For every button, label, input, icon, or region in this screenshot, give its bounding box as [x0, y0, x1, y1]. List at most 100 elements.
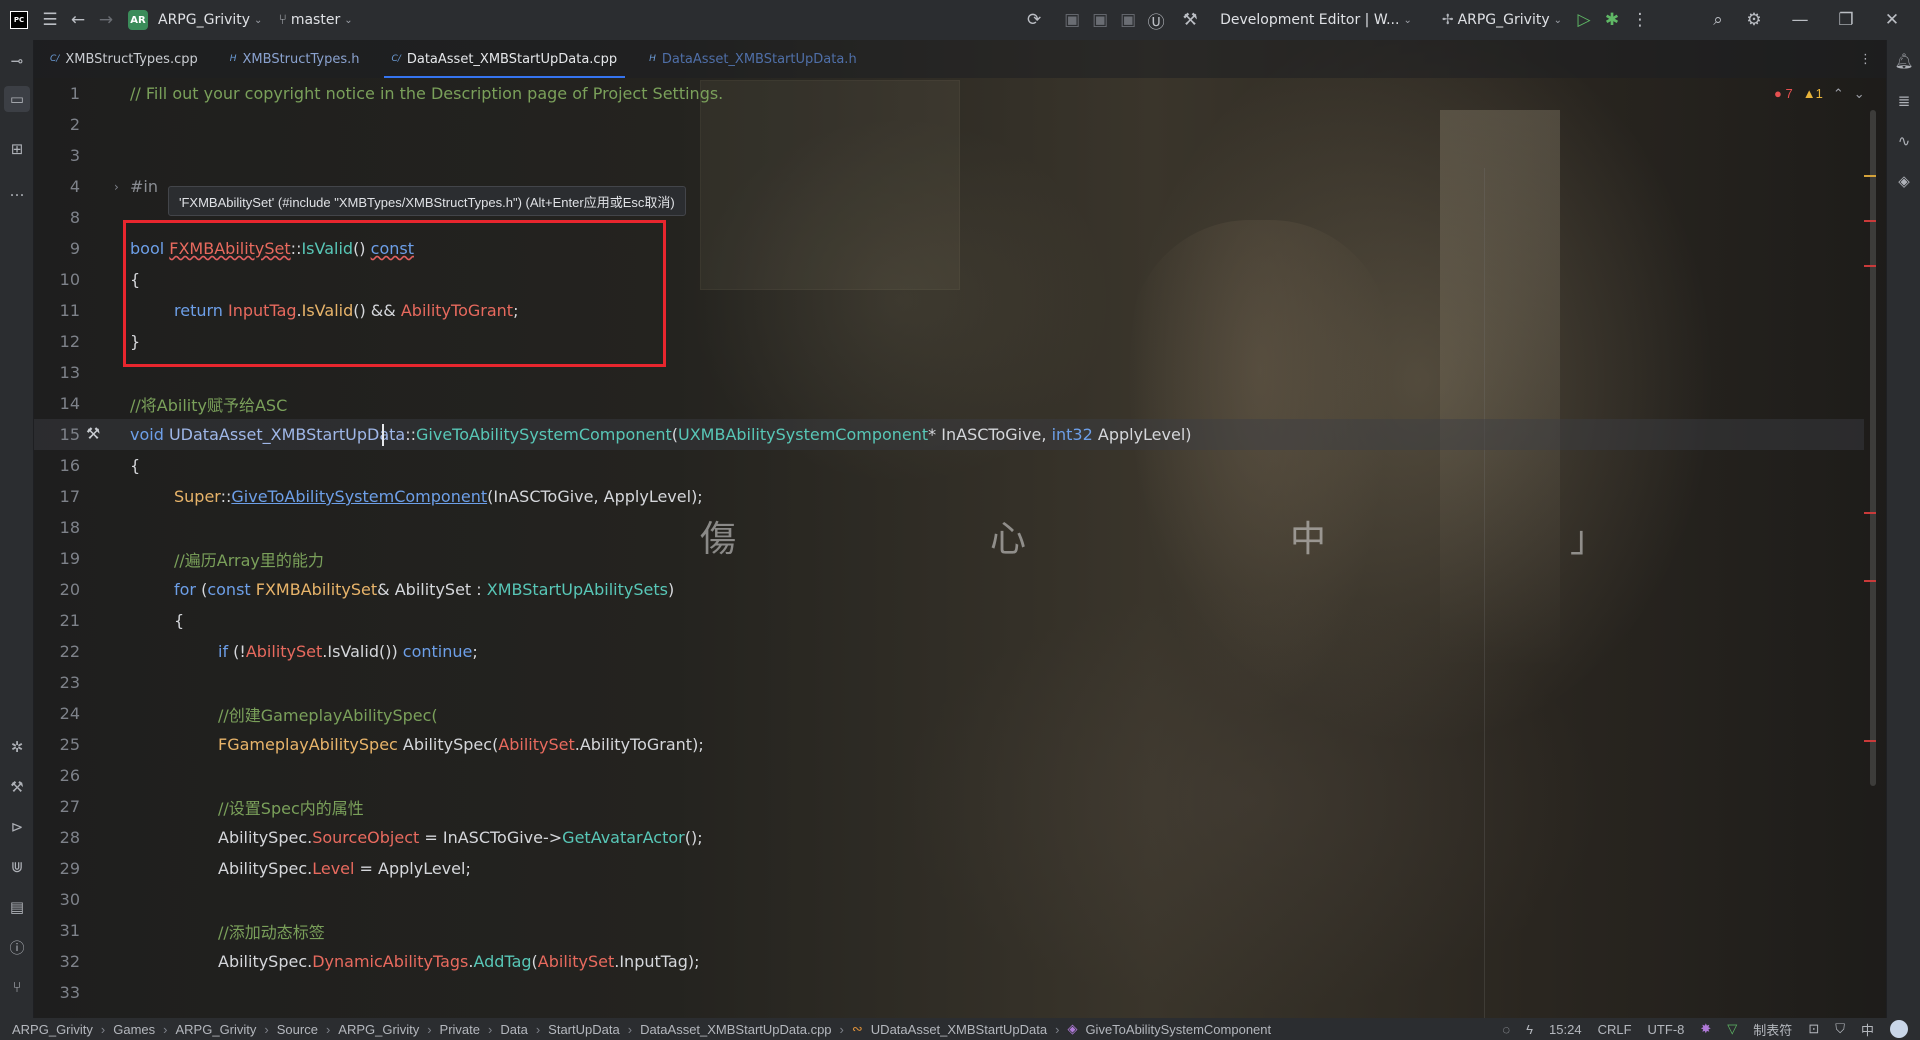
member: .InputTag); [614, 952, 700, 971]
vertical-scrollbar[interactable] [1870, 110, 1876, 786]
branch-selector[interactable]: ⑂ master ⌄ [270, 6, 360, 34]
settings-gear-icon[interactable]: ⚙ [1740, 6, 1768, 34]
indent-setting[interactable]: 制表符 [1753, 1020, 1792, 1039]
project-selector[interactable]: AR ARPG_Grivity ⌄ [120, 6, 270, 34]
code-comment: //创建GameplayAbilitySpec( [218, 705, 438, 725]
tab-label: XMBStructTypes.cpp [65, 51, 198, 67]
code-text: AbilitySpec.Level = ApplyLevel; [218, 859, 471, 878]
breadcrumb-item[interactable]: DataAsset_XMBStartUpData.cpp [640, 1022, 831, 1037]
variable: AbilitySpec( [397, 735, 499, 754]
member: SourceObject [312, 828, 420, 847]
notifications-icon[interactable]: 🔔︎ [1891, 48, 1917, 74]
project-badge-icon: AR [128, 10, 148, 30]
line-ending[interactable]: CRLF [1598, 1022, 1632, 1037]
caret-position[interactable]: 15:24 [1549, 1022, 1582, 1037]
breadcrumb-item[interactable]: Games [113, 1022, 155, 1037]
breadcrumb-item[interactable]: ARPG_Grivity [338, 1022, 419, 1037]
breadcrumb-item[interactable]: ARPG_Grivity [12, 1022, 93, 1037]
call: .IsValid()) [322, 642, 403, 661]
back-icon[interactable]: ← [64, 6, 92, 34]
sync-icon[interactable]: ◌ [1502, 1022, 1510, 1037]
tab-label: XMBStructTypes.h [242, 51, 360, 67]
build-tool-icon[interactable]: ⚒ [4, 774, 30, 800]
ai-icon[interactable]: ✸ [1700, 1021, 1711, 1037]
type-name: UXMBAbilitySystemComponent [677, 425, 929, 444]
build-icon[interactable]: ▣ [1058, 6, 1086, 34]
tab-dataasset-cpp[interactable]: C/ DataAsset_XMBStartUpData.cpp [376, 40, 634, 78]
code-line: 23 [34, 667, 1864, 698]
breadcrumb-item[interactable]: ARPG_Grivity [176, 1022, 257, 1037]
refresh-icon[interactable]: ⟳ [1020, 6, 1048, 34]
ai-assistant-icon[interactable]: ◈ [1891, 168, 1917, 194]
main-menu-icon[interactable]: ☰ [36, 6, 64, 34]
line-number: 26 [59, 766, 80, 785]
breadcrumb-item[interactable]: UDataAsset_XMBStartUpData [871, 1022, 1047, 1037]
cancel-build-icon[interactable]: ▣ [1114, 6, 1142, 34]
unreal-icon[interactable]: Ⓤ [1142, 6, 1170, 34]
avatar[interactable] [1890, 1020, 1908, 1038]
class-name: FGameplayAbilitySpec [218, 735, 398, 754]
line-number: 32 [59, 952, 80, 971]
run-config-selector[interactable]: Development Editor | W... ⌄ [1212, 6, 1420, 34]
ime-indicator[interactable]: 中 [1861, 1020, 1874, 1039]
header-file-icon: H [229, 54, 237, 64]
target-selector[interactable]: ✢ ARPG_Grivity ⌄ [1434, 6, 1570, 34]
keyword: void [130, 425, 169, 444]
more-actions-icon[interactable]: ⋮ [1626, 6, 1654, 34]
function-name: GiveToAbilitySystemComponent [231, 487, 488, 506]
more-tools-icon[interactable]: … [4, 178, 30, 204]
import-hint-tooltip[interactable]: 'FXMBAbilitySet' (#include "XMBTypes/XMB… [168, 186, 686, 216]
breadcrumb-item[interactable]: Source [277, 1022, 318, 1037]
breadcrumb-separator: › [839, 1021, 844, 1037]
code-line: 26 [34, 760, 1864, 791]
function-name: GetAvatarActor [562, 828, 685, 847]
minimize-icon[interactable]: — [1786, 6, 1814, 34]
structure-icon[interactable]: ⊞ [4, 136, 30, 162]
status-right: ◌ ϟ 15:24 CRLF UTF-8 ✸ ▽ 制表符 ⊡ ⛉ 中 [1502, 1018, 1908, 1040]
tab-xmbstructtypes-cpp[interactable]: C/ XMBStructTypes.cpp [34, 40, 214, 78]
database-icon[interactable]: ≣ [1891, 88, 1917, 114]
search-icon[interactable]: ⌕ [1704, 6, 1732, 34]
tab-dataasset-h[interactable]: H DataAsset_XMBStartUpData.h [633, 40, 873, 78]
git-icon[interactable]: ⑂ [4, 974, 30, 1000]
breadcrumb-item[interactable]: GiveToAbilitySystemComponent [1085, 1022, 1271, 1037]
debug-tool-icon[interactable]: ✲ [4, 734, 30, 760]
tab-xmbstructtypes-h[interactable]: H XMBStructTypes.h [214, 40, 376, 78]
forward-icon[interactable]: → [92, 6, 120, 34]
line-number: 10 [59, 270, 80, 289]
line-number: 24 [59, 704, 80, 723]
hammer-gutter-icon[interactable]: ⚒ [86, 424, 100, 443]
run-tool-icon[interactable]: ⊳ [4, 814, 30, 840]
code-line: 24 //创建GameplayAbilitySpec( [34, 698, 1864, 729]
build-project-icon[interactable]: ▣ [1086, 6, 1114, 34]
variable: AbilitySpec. [218, 828, 313, 847]
line-number: 33 [59, 983, 80, 1002]
shield-icon[interactable]: ⛉ [1835, 1021, 1845, 1037]
problems-icon[interactable]: ⓘ [4, 934, 30, 960]
line-number: 28 [59, 828, 80, 847]
fold-expand-icon[interactable]: › [114, 180, 119, 194]
breadcrumb-separator: › [427, 1021, 432, 1037]
run-icon[interactable]: ▷ [1570, 6, 1598, 34]
tab-options-icon[interactable]: ⋮ [1859, 52, 1872, 67]
unreal-tool-icon[interactable]: ⋓ [4, 854, 30, 880]
close-icon[interactable]: ✕ [1878, 6, 1906, 34]
breadcrumb-item[interactable]: StartUpData [548, 1022, 620, 1037]
keyword: if [218, 642, 234, 661]
commit-icon[interactable]: ⊸ [4, 48, 30, 74]
restore-icon[interactable]: ❐ [1832, 6, 1860, 34]
code-line: 25 FGameplayAbilitySpec AbilitySpec(Abil… [34, 729, 1864, 760]
breadcrumb-separator: › [163, 1021, 168, 1037]
punctuation: (); [684, 828, 703, 847]
activity-icon[interactable]: ∿ [1891, 128, 1917, 154]
hammer-icon[interactable]: ⚒ [1176, 6, 1204, 34]
project-folder-icon[interactable]: ▭ [4, 86, 30, 112]
terminal-icon[interactable]: ▤ [4, 894, 30, 920]
code-check-icon[interactable]: ▽ [1727, 1021, 1737, 1037]
debug-icon[interactable]: ✱ [1598, 6, 1626, 34]
breadcrumb-item[interactable]: Private [440, 1022, 480, 1037]
breadcrumb-item[interactable]: Data [500, 1022, 527, 1037]
lock-icon[interactable]: ⊡ [1808, 1021, 1819, 1037]
file-encoding[interactable]: UTF-8 [1648, 1022, 1685, 1037]
power-save-icon[interactable]: ϟ [1526, 1022, 1533, 1037]
